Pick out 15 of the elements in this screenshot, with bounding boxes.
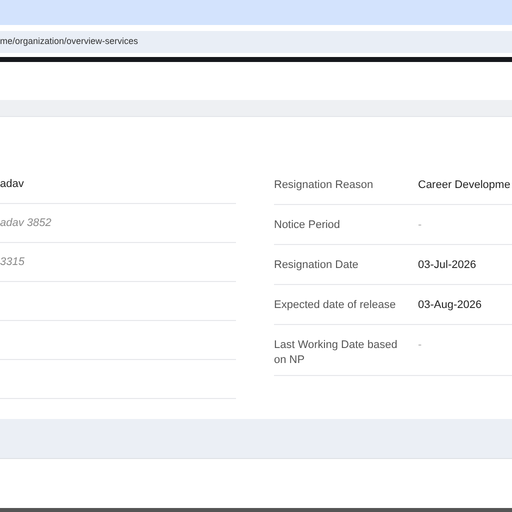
field-label: Notice Period: [274, 218, 342, 233]
field-label: Last Working Date based on NP: [274, 338, 398, 368]
field-value: 03-Jul-2026: [418, 258, 478, 273]
url-text: me/organization/overview-services: [0, 35, 138, 48]
field-value: adav: [0, 176, 24, 192]
field-value: -: [418, 338, 423, 353]
address-bar[interactable]: me/organization/overview-services: [0, 31, 512, 53]
field-label: Resignation Reason: [274, 178, 374, 193]
field-label: Resignation Date: [274, 258, 360, 273]
text-input[interactable]: adav 3852: [0, 204, 236, 243]
field-value: -: [418, 218, 423, 233]
field-value: 03-Aug-2026: [418, 298, 483, 313]
field-label: Expected date of release: [274, 298, 397, 313]
text-input[interactable]: 3315: [0, 243, 236, 282]
field-value: Career Developme: [418, 178, 512, 193]
